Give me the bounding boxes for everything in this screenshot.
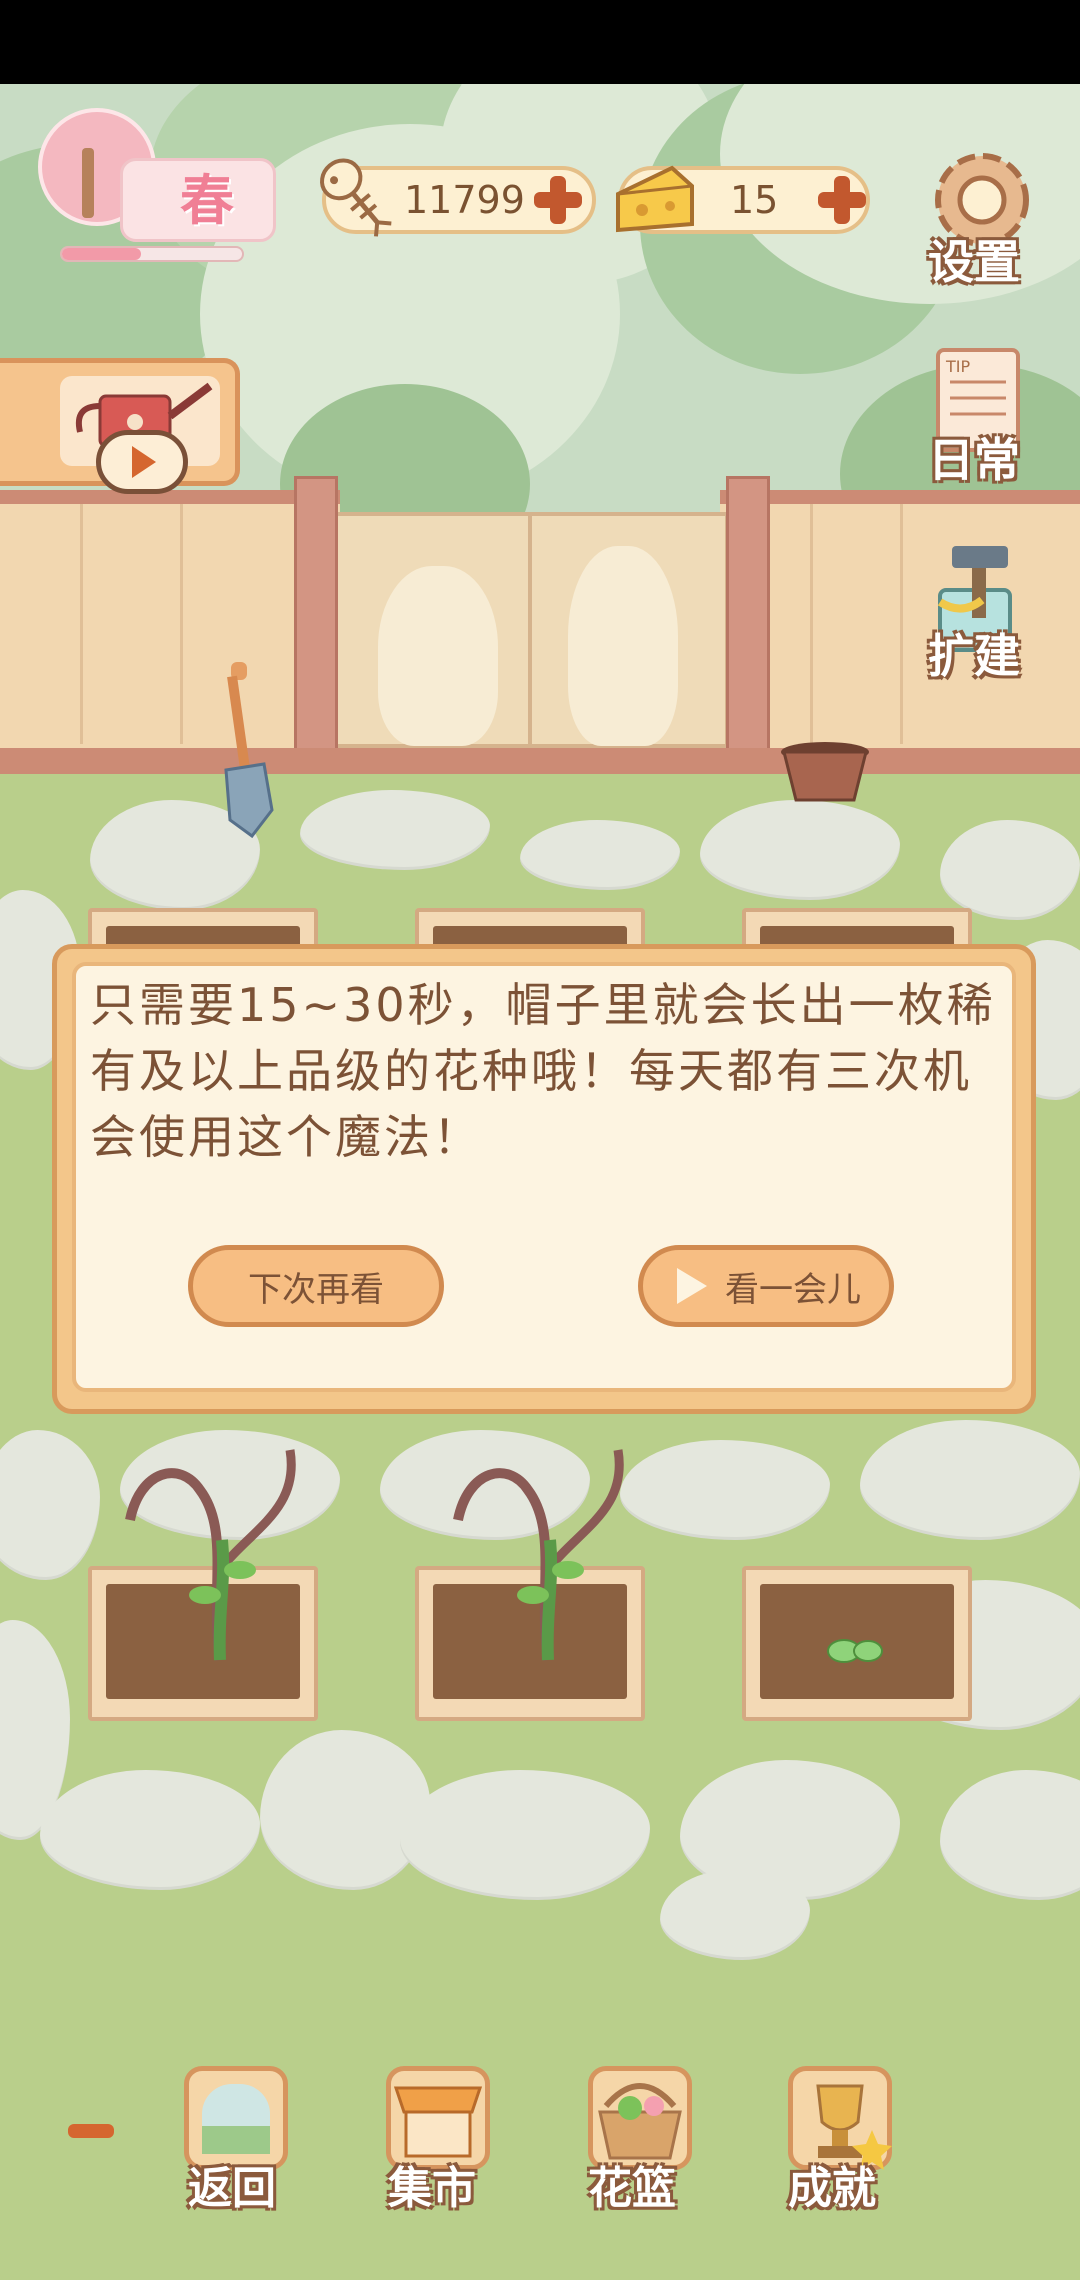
nav-back-label: 返回	[188, 2163, 276, 2214]
season-tree-trunk	[82, 148, 94, 218]
fence-post	[294, 476, 338, 766]
fence-base	[0, 748, 1080, 774]
nav-market-label: 集市	[388, 2163, 476, 2214]
season-label: 春	[180, 169, 234, 232]
watch-later-label: 下次再看	[248, 1269, 384, 1310]
watch-later-button[interactable]: 下次再看	[188, 1245, 444, 1327]
status-bar	[0, 0, 1080, 84]
play-icon	[677, 1268, 707, 1304]
dialog-message: 只需要15~30秒，帽子里就会长出一枚稀有及以上品级的花种哦！每天都有三次机会使…	[90, 978, 996, 1164]
nav-basket-label: 花篮	[588, 2163, 676, 2214]
season-progress-fill	[62, 248, 141, 260]
watch-video-label: 看一会儿	[725, 1269, 861, 1310]
expand-label: 扩建	[928, 629, 1020, 683]
sprout-icon	[826, 1634, 886, 1668]
fish-bone-icon	[316, 152, 396, 242]
cheese-icon	[612, 160, 696, 236]
fence-post	[726, 476, 770, 766]
nav-achievements-label: 成就	[788, 2163, 876, 2214]
collapse-handle[interactable]	[68, 2124, 114, 2138]
daily-label: 日常	[928, 433, 1020, 487]
add-cheese-button[interactable]	[812, 170, 872, 230]
settings-label: 设置	[928, 235, 1020, 289]
play-button[interactable]	[96, 430, 188, 494]
gate-divider	[528, 512, 532, 748]
add-fish-bones-button[interactable]	[528, 170, 588, 230]
fish-bones-value: 11799	[404, 178, 525, 222]
watch-video-button[interactable]: 看一会儿	[638, 1245, 894, 1327]
vine-plant-icon	[100, 1410, 300, 1670]
cheese-value: 15	[730, 178, 779, 222]
svg-text:TIP: TIP	[945, 357, 970, 376]
shovel-icon[interactable]	[206, 660, 286, 840]
vine-plant-icon	[428, 1410, 628, 1670]
flower-pot-icon[interactable]	[776, 738, 874, 808]
play-icon	[132, 446, 156, 478]
fence-left	[0, 490, 340, 760]
